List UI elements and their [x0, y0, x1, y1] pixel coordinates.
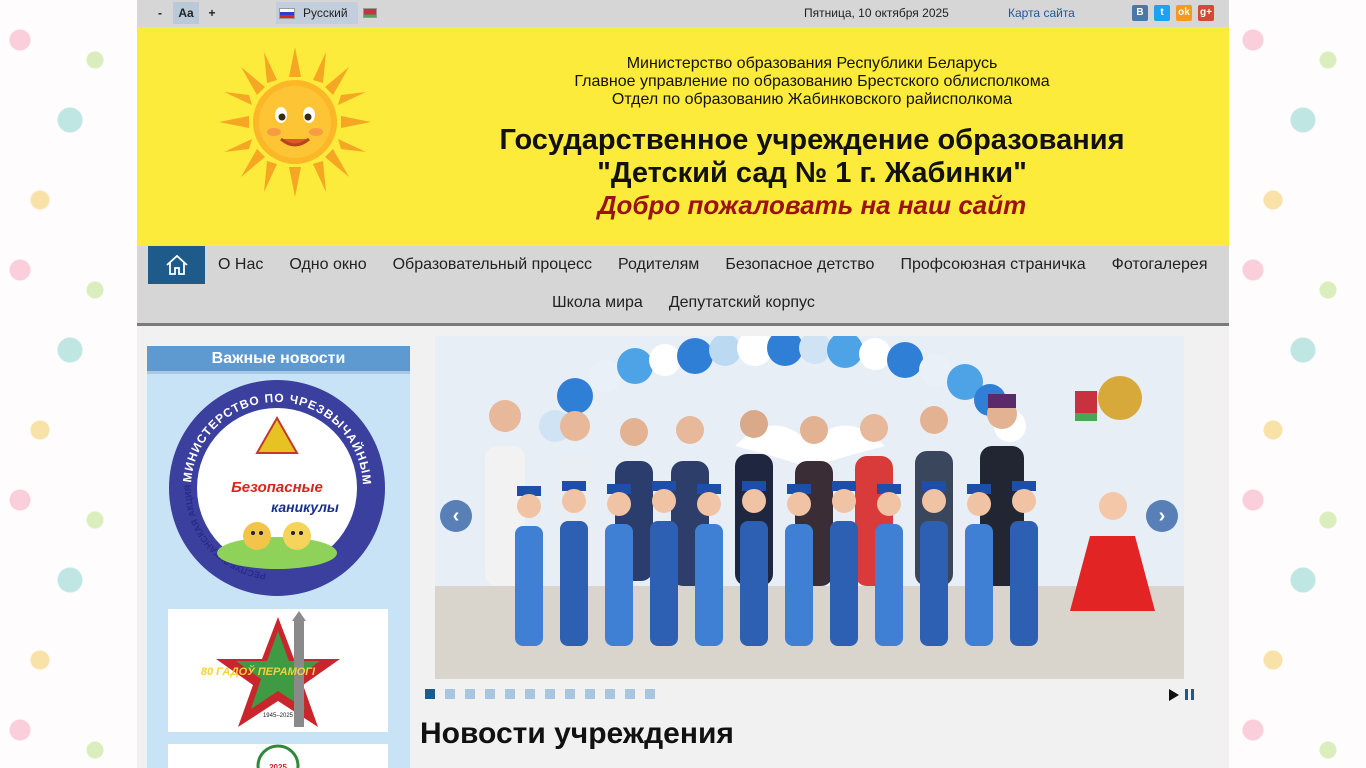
institution-title: Государственное учреждение образования "… — [487, 124, 1137, 190]
slider-dot[interactable] — [445, 689, 455, 699]
slider-play-icon[interactable] — [1169, 689, 1179, 701]
nav-item-about[interactable]: О Нас — [205, 246, 276, 284]
language-label: Русский — [303, 6, 348, 20]
sidebar-heading: Важные новости — [147, 346, 410, 374]
nav-row-1: О Нас Одно окно Образовательный процесс … — [205, 246, 1221, 284]
photo-slider[interactable]: ‹ › — [435, 336, 1184, 679]
nav-row-2: Школа мира Депутатский корпус — [539, 284, 828, 322]
ministry-line-1: Министерство образования Республики Бела… — [626, 55, 998, 72]
victory-80-banner[interactable]: 80 ГАДОЎ ПЕРАМОГІ 1945–2025 — [168, 609, 388, 732]
slider-dot[interactable] — [505, 689, 515, 699]
social-links: В t ok g+ — [1132, 5, 1214, 21]
institution-title-line-1: Государственное учреждение образования — [499, 124, 1125, 156]
slider-dot[interactable] — [605, 689, 615, 699]
nav-item-one-window[interactable]: Одно окно — [276, 246, 379, 284]
slider-dot[interactable] — [645, 689, 655, 699]
slider-pause-icon[interactable] — [1185, 689, 1194, 700]
slider-dot[interactable] — [565, 689, 575, 699]
vk-icon[interactable]: В — [1132, 5, 1148, 21]
safe-holidays-banner[interactable]: МИНИСТЕРСТВО ПО ЧРЕЗВЫЧАЙНЫМ СИТУАЦИЯМ Р… — [167, 378, 387, 598]
main-nav: О Нас Одно окно Образовательный процесс … — [137, 246, 1229, 326]
odnoklassniki-icon[interactable]: ok — [1176, 5, 1192, 21]
institution-title-line-2: "Детский сад № 1 г. Жабинки" — [597, 157, 1027, 189]
slide-photo — [435, 336, 1184, 679]
victory-banner-years: 1945–2025 — [263, 713, 294, 719]
nav-item-union[interactable]: Профсоюзная страничка — [887, 246, 1098, 284]
site-header: Министерство образования Республики Бела… — [137, 27, 1229, 246]
font-normal-button[interactable]: Aa — [173, 2, 199, 24]
slider-dot[interactable] — [545, 689, 555, 699]
slider-next-button[interactable]: › — [1146, 500, 1178, 532]
nav-item-school-of-peace[interactable]: Школа мира — [539, 284, 656, 322]
slider-dot[interactable] — [485, 689, 495, 699]
nav-home-button[interactable] — [148, 246, 205, 284]
belarus-flag-icon[interactable] — [363, 8, 377, 18]
ministry-line-3: Отдел по образованию Жабинковского райис… — [611, 91, 1013, 108]
nav-item-safe-childhood[interactable]: Безопасное детство — [712, 246, 887, 284]
slider-dots — [425, 689, 655, 699]
slider-dot[interactable] — [585, 689, 595, 699]
slider-dot[interactable] — [425, 689, 435, 699]
nav-item-education[interactable]: Образовательный процесс — [380, 246, 605, 284]
nav-item-gallery[interactable]: Фотогалерея — [1099, 246, 1221, 284]
year-2025-banner[interactable]: 2025 — [168, 744, 388, 768]
year-banner-text: 2025 — [269, 763, 287, 768]
welcome-text: Добро пожаловать на наш сайт — [597, 190, 1027, 220]
russia-flag-icon — [279, 7, 295, 19]
font-increase-button[interactable]: + — [205, 2, 219, 24]
ministry-line-2: Главное управление по образованию Брестс… — [574, 73, 1050, 90]
slider-dot[interactable] — [625, 689, 635, 699]
badge-line-1: Безопасные — [231, 479, 323, 496]
sitemap-link[interactable]: Карта сайта — [1008, 6, 1075, 20]
current-date: Пятница, 10 октября 2025 — [804, 6, 949, 20]
news-heading: Новости учреждения — [420, 717, 734, 750]
nav-item-parents[interactable]: Родителям — [605, 246, 712, 284]
nav-item-deputies[interactable]: Депутатский корпус — [656, 284, 828, 322]
slider-prev-button[interactable]: ‹ — [440, 500, 472, 532]
ministry-lines: Министерство образования Республики Бела… — [507, 55, 1117, 109]
twitter-icon[interactable]: t — [1154, 5, 1170, 21]
page: - Aa + Русский Пятница, 10 октября 2025 … — [137, 0, 1229, 768]
important-news-sidebar: Важные новости МИНИСТЕРСТВО ПО ЧРЕЗВЫЧАЙ… — [147, 346, 410, 768]
home-icon — [165, 254, 188, 275]
badge-line-2: каникулы — [271, 499, 339, 515]
background-left — [0, 0, 137, 768]
slider-dot[interactable] — [465, 689, 475, 699]
top-bar: - Aa + Русский Пятница, 10 октября 2025 … — [137, 0, 1229, 27]
slider-dot[interactable] — [525, 689, 535, 699]
language-russian[interactable]: Русский — [276, 2, 358, 24]
font-decrease-button[interactable]: - — [153, 2, 167, 24]
victory-banner-text: 80 ГАДОЎ ПЕРАМОГІ — [201, 665, 316, 678]
background-right — [1229, 0, 1366, 768]
google-plus-icon[interactable]: g+ — [1198, 5, 1214, 21]
sun-logo-icon[interactable] — [219, 47, 371, 197]
